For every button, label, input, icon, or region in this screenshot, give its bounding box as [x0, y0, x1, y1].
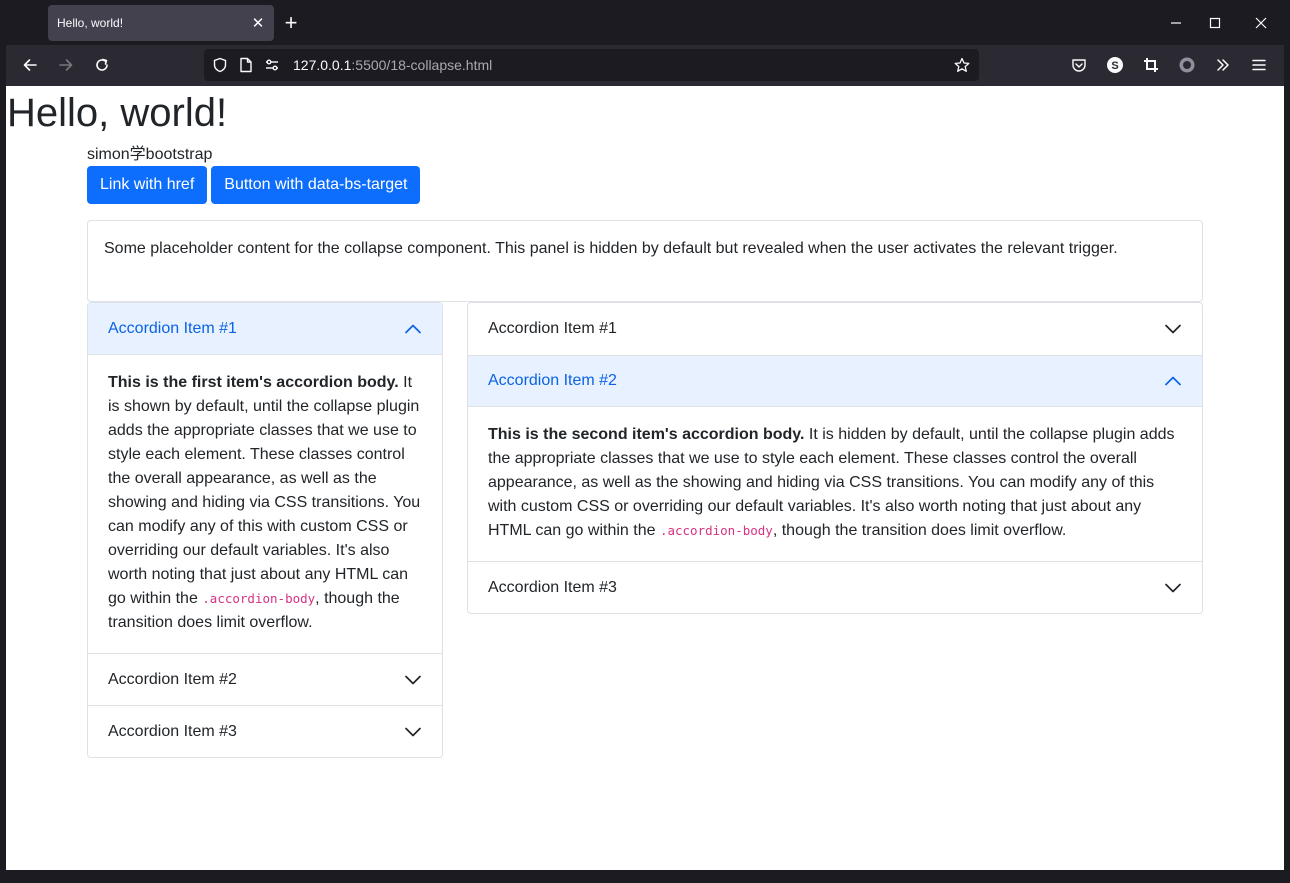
button-row: Link with href Button with data-bs-targe… [87, 166, 1203, 204]
account-button[interactable]: S [1104, 54, 1126, 76]
browser-window: Hello, world! ✕ + 127.0.0.1:5500/18-coll… [0, 0, 1290, 883]
overflow-button[interactable] [1212, 54, 1234, 76]
accordion-row: Accordion Item #1 This is the first item… [87, 302, 1203, 782]
crop-tool-button[interactable] [1140, 54, 1162, 76]
back-icon [23, 59, 37, 71]
app-menu-button[interactable] [1248, 54, 1270, 76]
svg-text:S: S [1111, 60, 1118, 72]
content-container: simon学bootstrap Link with href Button wi… [87, 144, 1203, 782]
accordion-item: Accordion Item #3 [468, 561, 1202, 613]
accordion-right-header-1[interactable]: Accordion Item #1 [468, 303, 1202, 355]
url-host: 127.0.0.1 [293, 57, 352, 73]
accordion-header-label: Accordion Item #2 [488, 372, 617, 389]
new-tab-button[interactable]: + [280, 10, 302, 36]
accordion-header-label: Accordion Item #1 [108, 319, 237, 337]
bookmark-button[interactable] [954, 57, 970, 73]
accordion-body-code: .accordion-body [202, 591, 316, 606]
tab-hello-world[interactable]: Hello, world! ✕ [48, 5, 274, 41]
maximize-icon [1209, 17, 1221, 29]
accordion-header-label: Accordion Item #1 [488, 320, 617, 337]
chevron-up-icon [1164, 372, 1182, 390]
page-icon [240, 57, 252, 73]
tracking-protection-button[interactable] [212, 57, 228, 73]
subtitle: simon学bootstrap [87, 146, 213, 163]
tab-close-button[interactable]: ✕ [246, 14, 270, 32]
accordion-left: Accordion Item #1 This is the first item… [87, 302, 443, 758]
tab-strip: Hello, world! ✕ + [6, 0, 1284, 45]
accordion-body-code: .accordion-body [659, 523, 773, 538]
shield-icon [213, 57, 227, 73]
accordion-body-tail: , though the transition does limit overf… [772, 522, 1067, 539]
forward-icon [59, 59, 73, 71]
accordion-right-header-3[interactable]: Accordion Item #3 [468, 561, 1202, 613]
reload-icon [96, 58, 108, 71]
page-title: Hello, world! [7, 91, 228, 135]
navigation-toolbar: 127.0.0.1:5500/18-collapse.html S [6, 45, 1284, 86]
window-close-icon [1255, 17, 1267, 29]
data-bs-target-button[interactable]: Button with data-bs-target [211, 166, 421, 204]
forward-button[interactable] [52, 51, 80, 79]
collapse-panel: Some placeholder content for the collaps… [87, 220, 1203, 302]
accordion-left-header-1[interactable]: Accordion Item #1 [88, 303, 442, 355]
accordion-item: Accordion Item #1 [468, 303, 1202, 355]
bookmark-star-icon [954, 57, 970, 72]
accordion-left-header-3[interactable]: Accordion Item #3 [88, 705, 442, 757]
tab-title: Hello, world! [57, 16, 124, 30]
extension-icon [1179, 57, 1195, 73]
crop-icon [1144, 58, 1158, 72]
back-button[interactable] [16, 51, 44, 79]
site-info-button[interactable] [238, 57, 254, 73]
url-path: :5500/18-collapse.html [351, 57, 493, 73]
accordion-right-header-2[interactable]: Accordion Item #2 [468, 355, 1202, 407]
chevron-down-icon [1164, 320, 1182, 338]
window-close-button[interactable] [1238, 8, 1284, 38]
accordion-right-body-2: This is the second item's accordion body… [468, 407, 1202, 561]
chevron-down-icon [404, 671, 422, 689]
accordion-item: Accordion Item #2 [88, 653, 442, 705]
link-with-href-button[interactable]: Link with href [87, 166, 208, 204]
url-text[interactable]: 127.0.0.1:5500/18-collapse.html [293, 57, 492, 73]
accordion-left-header-2[interactable]: Accordion Item #2 [88, 653, 442, 705]
url-bar[interactable]: 127.0.0.1:5500/18-collapse.html [204, 49, 979, 81]
chevron-down-icon [404, 723, 422, 741]
accordion-header-label: Accordion Item #3 [108, 722, 237, 740]
accordion-item: Accordion Item #3 [88, 705, 442, 757]
accordion-header-label: Accordion Item #2 [108, 670, 237, 688]
menu-icon [1252, 59, 1266, 71]
accordion-header-label: Accordion Item #3 [488, 578, 617, 596]
chevron-down-icon [1164, 579, 1182, 597]
account-icon: S [1107, 57, 1123, 73]
pocket-button[interactable] [1068, 54, 1090, 76]
overflow-icon [1217, 59, 1229, 71]
page-viewport: Hello, world! simon学bootstrap Link with … [6, 86, 1284, 870]
permissions-button[interactable] [264, 57, 280, 73]
reload-button[interactable] [88, 51, 116, 79]
accordion-body-text: It is shown by default, until the collap… [108, 374, 421, 607]
accordion-item: Accordion Item #2 This is the second ite… [468, 355, 1202, 561]
maximize-button[interactable] [1192, 8, 1238, 38]
accordion-left-body-1: This is the first item's accordion body.… [88, 355, 442, 653]
chevron-up-icon [404, 320, 422, 338]
minimize-icon [1171, 22, 1181, 24]
accordion-body-strong: This is the first item's accordion body. [108, 374, 399, 391]
pocket-icon [1072, 59, 1086, 72]
extension-button[interactable] [1176, 54, 1198, 76]
permissions-icon [266, 59, 278, 71]
accordion-body-strong: This is the second item's accordion body… [488, 426, 805, 443]
accordion-right: Accordion Item #1 Accordion Item #2 This… [467, 302, 1203, 614]
accordion-item: Accordion Item #1 This is the first item… [88, 303, 442, 653]
